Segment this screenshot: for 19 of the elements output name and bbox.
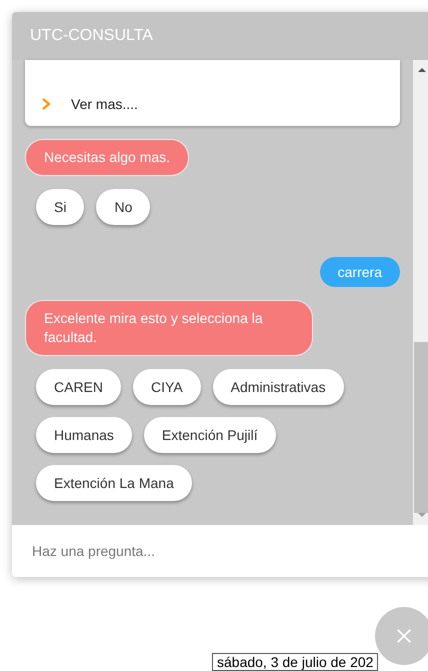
scrollbar[interactable]: [413, 60, 428, 525]
close-button[interactable]: [375, 607, 428, 665]
option-button[interactable]: Administrativas: [212, 369, 344, 405]
option-button[interactable]: CAREN: [36, 369, 122, 405]
close-icon: [395, 627, 413, 645]
link-item[interactable]: Ver mas....: [41, 92, 384, 116]
window-title: UTC-CONSULTA: [30, 27, 153, 45]
option-button[interactable]: Extención Pujilí: [144, 417, 276, 453]
option-button[interactable]: Humanas: [36, 417, 132, 453]
chevron-icon: [41, 98, 51, 110]
bot-message: Excelente mira esto y selecciona la facultad.: [25, 300, 313, 356]
date-tooltip: sábado, 3 de julio de 202: [212, 653, 378, 671]
link-text: Ver mas....: [71, 96, 138, 112]
option-button[interactable]: Si: [36, 189, 84, 225]
option-button[interactable]: CIYA: [133, 369, 201, 405]
option-button[interactable]: No: [96, 189, 150, 225]
option-button[interactable]: Extención La Mana: [36, 465, 192, 501]
bot-message: Necesitas algo mas.: [25, 139, 190, 176]
user-message: carrera: [320, 257, 400, 287]
